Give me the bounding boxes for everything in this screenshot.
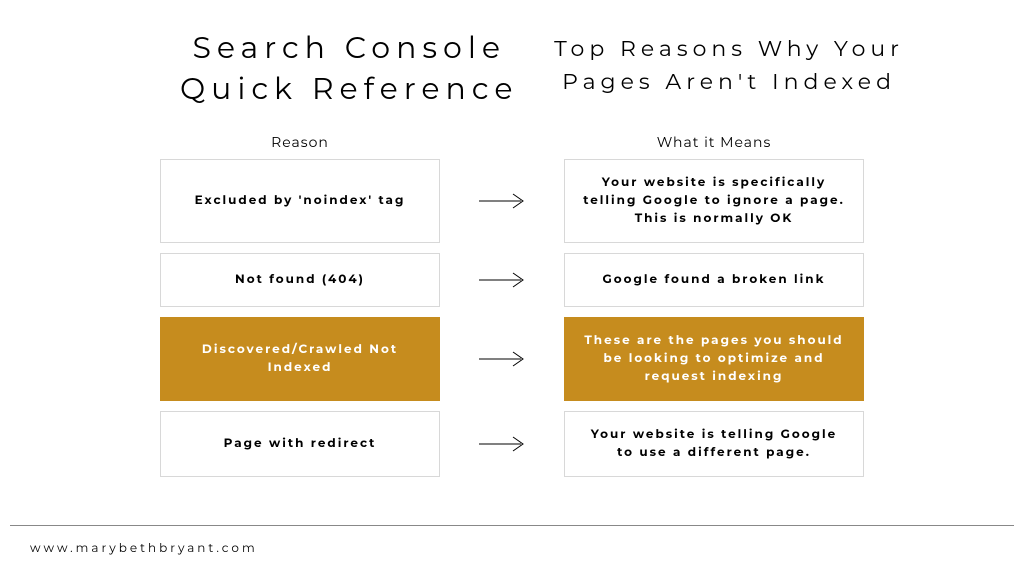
footer-url: www.marybethbryant.com	[30, 541, 258, 556]
meaning-cell: Your website is telling Google to use a …	[564, 411, 864, 477]
table-row: Discovered/Crawled Not Indexed These are…	[160, 317, 864, 401]
meaning-cell-highlighted: These are the pages you should be lookin…	[564, 317, 864, 401]
arrow-icon	[467, 411, 537, 477]
table-row: Page with redirect Your website is telli…	[160, 411, 864, 477]
footer-divider	[10, 525, 1014, 526]
arrow-icon	[467, 159, 537, 243]
table-row: Not found (404) Google found a broken li…	[160, 253, 864, 307]
header: Search ConsoleQuick Reference Top Reason…	[0, 0, 1024, 109]
arrow-icon	[467, 253, 537, 307]
reason-table: Excluded by 'noindex' tag Your website i…	[0, 159, 1024, 477]
reason-cell-highlighted: Discovered/Crawled Not Indexed	[160, 317, 440, 401]
meaning-cell: Your website is specifically telling Goo…	[564, 159, 864, 243]
reason-cell: Not found (404)	[160, 253, 440, 307]
column-headers: Reason What it Means	[160, 109, 864, 159]
arrow-icon	[467, 317, 537, 401]
title-right: Top Reasons Why YourPages Aren't Indexed	[554, 28, 904, 109]
reason-cell: Excluded by 'noindex' tag	[160, 159, 440, 243]
reason-cell: Page with redirect	[160, 411, 440, 477]
column-header-reason: Reason	[160, 133, 440, 151]
meaning-cell: Google found a broken link	[564, 253, 864, 307]
table-row: Excluded by 'noindex' tag Your website i…	[160, 159, 864, 243]
column-header-meaning: What it Means	[564, 133, 864, 151]
title-left: Search ConsoleQuick Reference	[180, 28, 518, 109]
